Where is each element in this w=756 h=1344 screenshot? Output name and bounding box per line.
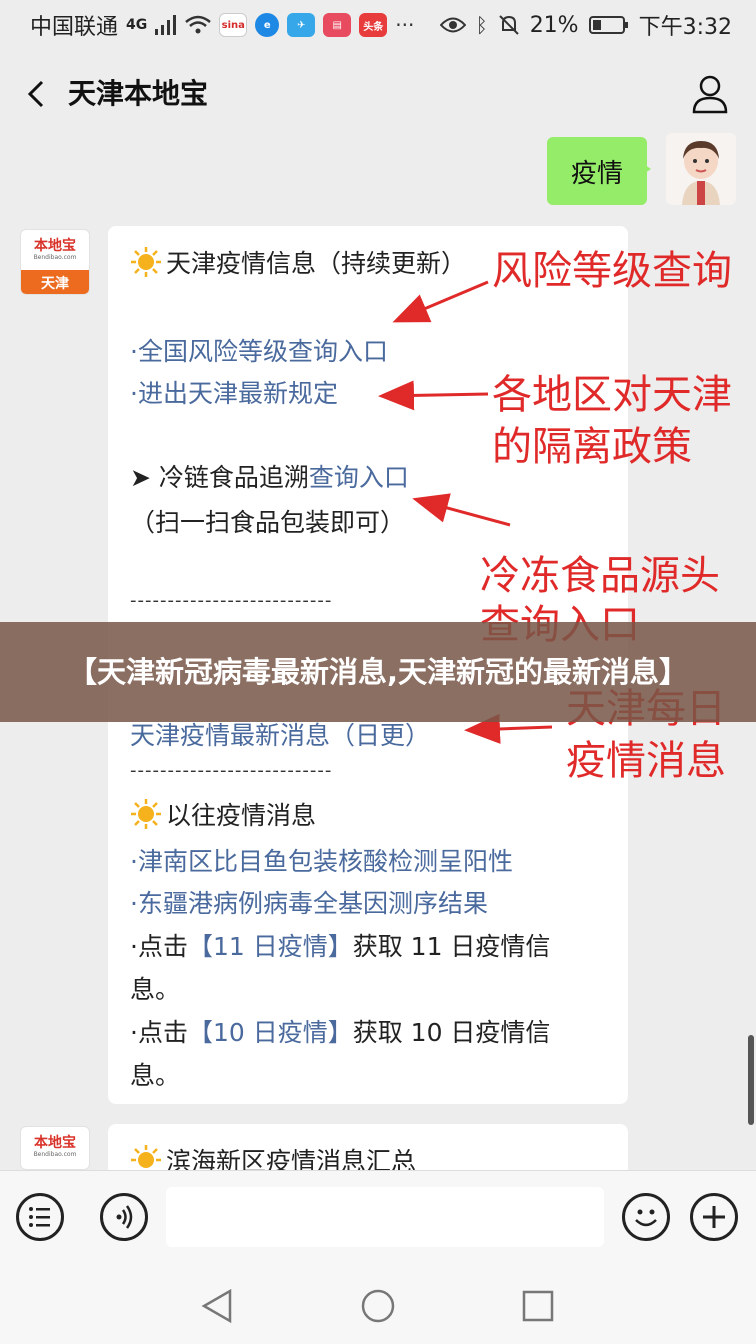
back-triangle-icon[interactable]	[200, 1288, 234, 1324]
arrow-icon: ➤	[130, 463, 159, 492]
input-bar	[0, 1170, 756, 1266]
system-nav-bar	[0, 1266, 756, 1344]
scrollbar[interactable]	[748, 1035, 754, 1125]
plane-app-icon: ✈	[287, 13, 316, 37]
jinnan-link[interactable]: ·津南区比目鱼包装核酸检测呈阳性	[130, 842, 513, 878]
entry-rules-link[interactable]: ·进出天津最新规定	[130, 374, 338, 410]
annotation-isolation-1: 各地区对天津	[492, 372, 732, 418]
card-heading-1: 天津疫情信息（持续更新）	[130, 244, 466, 280]
status-bar: 中国联通 4G sina e ✈ ▤ 头条 ··· ᛒ 21% 下午3:32	[0, 0, 756, 50]
user-message-bubble[interactable]: 疫情	[547, 137, 651, 205]
annotation-daily-2: 疫情消息	[566, 738, 726, 784]
carrier-label: 中国联通	[30, 15, 119, 40]
home-circle-icon[interactable]	[360, 1288, 396, 1324]
day11-line-end: 息。	[130, 975, 181, 1004]
annotation-isolation-2: 的隔离政策	[492, 424, 692, 470]
annotation-risk: 风险等级查询	[492, 248, 732, 294]
toutiao-app-icon: 头条	[359, 13, 388, 37]
eye-icon	[439, 17, 466, 33]
person-icon[interactable]	[690, 72, 730, 116]
overlay-title: 【天津新冠病毒最新消息,天津新冠的最新消息】	[67, 655, 689, 689]
bot-avatar[interactable]: 本地宝 Bendibao.com 天津	[20, 229, 90, 295]
cold-chain-line: ➤ 冷链食品追溯查询入口	[130, 458, 409, 494]
page-title: 天津本地宝	[68, 77, 209, 110]
menu-list-icon[interactable]	[16, 1193, 64, 1241]
bot-avatar[interactable]: 本地宝 Bendibao.com	[20, 1126, 90, 1170]
browser-app-icon: e	[255, 13, 280, 37]
day10-link[interactable]: 【10 日疫情】	[188, 1018, 353, 1047]
battery-percent: 21%	[529, 12, 579, 38]
divider: ---------------------------	[130, 590, 333, 611]
news-app-icon: ▤	[323, 13, 352, 37]
dongjiang-link[interactable]: ·东疆港病例病毒全基因测序结果	[130, 884, 488, 920]
day11-line: ·点击【11 日疫情】获取 11 日疫情信	[130, 932, 551, 961]
chevron-left-icon[interactable]	[18, 72, 58, 116]
nav-bar: 天津本地宝	[0, 50, 756, 138]
signal-icon: 4G	[126, 17, 148, 33]
recents-square-icon[interactable]	[520, 1288, 556, 1324]
day10-line-end: 息。	[130, 1061, 181, 1090]
bot-brand: 本地宝	[34, 238, 76, 254]
risk-level-link[interactable]: ·全国风险等级查询入口	[130, 332, 388, 368]
weibo-app-icon: sina	[219, 13, 248, 37]
wifi-icon	[185, 15, 212, 34]
user-avatar[interactable]	[666, 133, 736, 205]
overlay-title-banner: 【天津新冠病毒最新消息,天津新冠的最新消息】	[0, 622, 756, 722]
sun-icon	[131, 799, 161, 829]
sun-icon	[131, 247, 161, 277]
card-heading-2: 以往疫情消息	[130, 796, 316, 832]
bluetooth-icon: ᛒ	[475, 13, 488, 37]
emoji-icon[interactable]	[622, 1193, 670, 1241]
voice-icon[interactable]	[100, 1193, 148, 1241]
bot-city: 天津	[21, 270, 89, 294]
bot-site: Bendibao.com	[33, 1151, 77, 1158]
cold-chain-link[interactable]: 查询入口	[309, 463, 409, 492]
mute-icon	[498, 15, 519, 35]
more-icon: ···	[395, 13, 415, 37]
plus-icon[interactable]	[690, 1193, 738, 1241]
message-input[interactable]	[166, 1187, 604, 1247]
cold-chain-note: （扫一扫食品包装即可）	[130, 508, 406, 537]
bot-site: Bendibao.com	[33, 254, 77, 261]
day11-link[interactable]: 【11 日疫情】	[188, 932, 353, 961]
divider: ---------------------------	[130, 760, 333, 781]
battery-icon	[588, 16, 628, 34]
day10-line: ·点击【10 日疫情】获取 10 日疫情信	[130, 1018, 551, 1047]
cold-chain-text: 冷链食品追溯	[158, 463, 309, 492]
bot-brand: 本地宝	[34, 1135, 76, 1151]
annotation-cold-1: 冷冻食品源头	[480, 553, 720, 599]
clock: 下午3:32	[638, 15, 732, 40]
signal-bars-icon	[155, 15, 177, 35]
user-message-text: 疫情	[570, 158, 623, 189]
